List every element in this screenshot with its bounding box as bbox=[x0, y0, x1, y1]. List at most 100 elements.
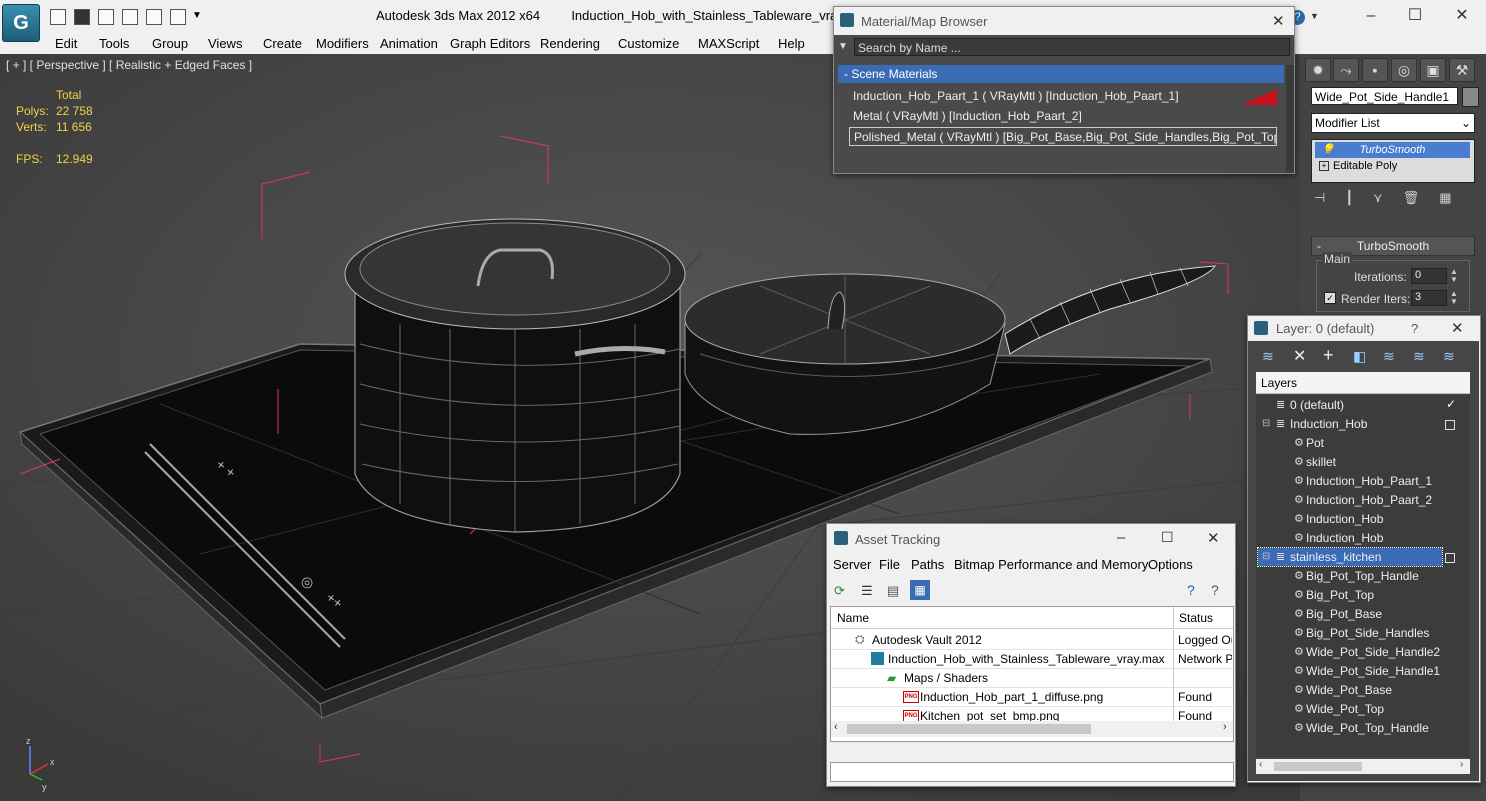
delete-layer-icon[interactable]: ✕ bbox=[1293, 346, 1306, 366]
app-logo-button[interactable]: G bbox=[2, 4, 40, 42]
menu-graph-editors[interactable]: Graph Editors bbox=[450, 36, 530, 51]
layer-object-row[interactable]: ⚙ Wide_Pot_Top bbox=[1258, 700, 1468, 718]
motion-tab-icon[interactable]: ◎ bbox=[1391, 58, 1417, 82]
object-name-field[interactable]: Wide_Pot_Side_Handle1 bbox=[1311, 87, 1458, 105]
layer-object-row[interactable]: ⚙ skillet bbox=[1258, 453, 1468, 471]
project-icon[interactable] bbox=[122, 9, 138, 25]
expand-icon[interactable]: + bbox=[1319, 161, 1329, 171]
layer-hscrollbar[interactable]: ‹ › bbox=[1256, 759, 1470, 774]
select-layer-icon[interactable]: ◧ bbox=[1353, 348, 1366, 365]
layer-object-row[interactable]: ⚙ Induction_Hob bbox=[1258, 529, 1468, 547]
layer-object-row[interactable]: ⚙ Induction_Hob bbox=[1258, 510, 1468, 528]
table-view-icon[interactable]: ▦ bbox=[910, 580, 930, 600]
stack-item-turbosmooth[interactable]: 💡 TurboSmooth bbox=[1315, 142, 1470, 158]
layer-object-row[interactable]: ⚙ Induction_Hob_Paart_1 bbox=[1258, 472, 1468, 490]
asset-path-field[interactable] bbox=[830, 762, 1234, 782]
render-iters-checkbox[interactable]: ✓ bbox=[1324, 292, 1336, 304]
menu-paths[interactable]: Paths bbox=[911, 557, 944, 572]
open-icon[interactable] bbox=[50, 9, 66, 25]
viewport-label[interactable]: [ + ] [ Perspective ] [ Realistic + Edge… bbox=[6, 58, 252, 72]
maximize-button[interactable]: ☐ bbox=[1161, 529, 1174, 546]
menu-views[interactable]: Views bbox=[208, 36, 242, 51]
object-color-swatch[interactable] bbox=[1462, 87, 1479, 107]
scroll-thumb[interactable] bbox=[847, 724, 1091, 734]
scroll-left-icon[interactable]: ‹ bbox=[834, 721, 838, 733]
menu-help[interactable]: Help bbox=[778, 36, 805, 51]
options-dropdown-icon[interactable]: ▼ bbox=[838, 41, 848, 52]
iterations-spinner-arrows[interactable]: ▲ ▼ bbox=[1450, 268, 1458, 284]
pin-stack-icon[interactable]: ⊣ bbox=[1314, 190, 1345, 205]
scroll-right-icon[interactable]: › bbox=[1223, 721, 1227, 733]
maximize-button[interactable]: ☐ bbox=[1400, 6, 1430, 26]
material-item[interactable]: Metal ( VRayMtl ) [Induction_Hob_Paart_2… bbox=[849, 107, 1279, 126]
menu-edit[interactable]: Edit bbox=[55, 36, 77, 51]
minimize-button[interactable]: – bbox=[1356, 6, 1386, 26]
render-iters-spinner-arrows[interactable]: ▲ ▼ bbox=[1450, 290, 1458, 306]
make-unique-icon[interactable]: ⋎ bbox=[1373, 190, 1403, 205]
menu-maxscript[interactable]: MAXScript bbox=[698, 36, 759, 51]
remove-modifier-icon[interactable]: 🗑 bbox=[1403, 190, 1440, 205]
menu-rendering[interactable]: Rendering bbox=[540, 36, 600, 51]
layer-object-row[interactable]: ⚙ Wide_Pot_Base bbox=[1258, 681, 1468, 699]
column-status-header[interactable]: Status bbox=[1174, 607, 1233, 629]
layer-object-row[interactable]: ⚙ Big_Pot_Top bbox=[1258, 586, 1468, 604]
menu-file[interactable]: File bbox=[879, 557, 900, 572]
close-icon[interactable]: ✕ bbox=[1451, 319, 1464, 337]
modifier-list-dropdown[interactable]: Modifier List ⌄ bbox=[1311, 113, 1475, 133]
modify-tab-icon[interactable]: ⤳ bbox=[1333, 58, 1359, 82]
render-iters-spinner[interactable]: 3 bbox=[1411, 290, 1447, 306]
layer-row[interactable]: ⊟ ≣ stainless_kitchen bbox=[1257, 547, 1443, 567]
current-layer-checkmark[interactable]: ✓ bbox=[1445, 398, 1457, 410]
layer-object-row[interactable]: ⚙ Wide_Pot_Top_Handle bbox=[1258, 719, 1468, 737]
create-layer-icon[interactable]: ≋ bbox=[1262, 348, 1274, 365]
menu-modifiers[interactable]: Modifiers bbox=[316, 36, 369, 51]
asset-row[interactable]: ▰ Maps / Shaders bbox=[831, 668, 1233, 688]
menu-group[interactable]: Group bbox=[152, 36, 188, 51]
highlight-layer-icon[interactable]: ≋ bbox=[1383, 348, 1395, 365]
column-name-header[interactable]: Name bbox=[831, 607, 1174, 629]
layer-object-row[interactable]: ⚙ Big_Pot_Side_Handles bbox=[1258, 624, 1468, 642]
thumbnail-view-icon[interactable]: ▤ bbox=[887, 583, 899, 599]
layer-row[interactable]: ≣ 0 (default) bbox=[1258, 396, 1468, 414]
asset-row[interactable]: PNG Induction_Hob_part_1_diffuse.png Found bbox=[831, 687, 1233, 707]
new-icon[interactable] bbox=[98, 9, 114, 25]
material-item[interactable]: Induction_Hob_Paart_1 ( VRayMtl ) [Induc… bbox=[849, 87, 1279, 106]
material-search-input[interactable]: Search by Name ... bbox=[854, 38, 1290, 56]
close-icon[interactable]: ✕ bbox=[1207, 529, 1220, 547]
about-icon[interactable]: ? bbox=[1211, 582, 1219, 598]
menu-tools[interactable]: Tools bbox=[99, 36, 129, 51]
utilities-tab-icon[interactable]: ⚒ bbox=[1449, 58, 1475, 82]
menu-customize[interactable]: Customize bbox=[618, 36, 679, 51]
iterations-spinner[interactable]: 0 bbox=[1411, 268, 1447, 284]
undo-icon[interactable] bbox=[146, 9, 162, 25]
minimize-button[interactable]: – bbox=[1117, 529, 1125, 546]
hierarchy-tab-icon[interactable]: ▪ bbox=[1362, 58, 1388, 82]
close-button[interactable]: ✕ bbox=[1447, 6, 1477, 26]
menu-server[interactable]: Server bbox=[833, 557, 871, 572]
add-to-layer-icon[interactable]: + bbox=[1323, 345, 1334, 366]
menu-options[interactable]: Options bbox=[1148, 557, 1193, 572]
layer-object-row[interactable]: ⚙ Wide_Pot_Side_Handle1 bbox=[1258, 662, 1468, 680]
list-view-icon[interactable]: ☰ bbox=[861, 583, 873, 599]
menu-create[interactable]: Create bbox=[263, 36, 302, 51]
save-icon[interactable] bbox=[74, 9, 90, 25]
scroll-left-icon[interactable]: ‹ bbox=[1259, 759, 1262, 770]
layer-object-row[interactable]: ⚙ Induction_Hob_Paart_2 bbox=[1258, 491, 1468, 509]
layer-object-row[interactable]: ⚙ Big_Pot_Base bbox=[1258, 605, 1468, 623]
display-tab-icon[interactable]: ▣ bbox=[1420, 58, 1446, 82]
help-button[interactable]: ? bbox=[1411, 321, 1418, 336]
help-dropdown-icon[interactable]: ▼ bbox=[1310, 11, 1319, 21]
asset-hscrollbar[interactable]: ‹ › bbox=[831, 721, 1233, 737]
scroll-thumb[interactable] bbox=[1274, 762, 1362, 771]
scene-materials-header[interactable]: - Scene Materials bbox=[838, 65, 1284, 83]
layer-object-row[interactable]: ⚙ Pot bbox=[1258, 434, 1468, 452]
layer-row[interactable]: ⊟ ≣ Induction_Hob bbox=[1258, 415, 1468, 433]
asset-row[interactable]: Induction_Hob_with_Stainless_Tableware_v… bbox=[831, 649, 1233, 669]
stack-item-editable-poly[interactable]: + Editable Poly bbox=[1315, 158, 1470, 174]
close-icon[interactable]: ✕ bbox=[1272, 12, 1285, 30]
quick-access-dropdown-icon[interactable]: ▼ bbox=[192, 10, 202, 21]
material-item[interactable]: Polished_Metal ( VRayMtl ) [Big_Pot_Base… bbox=[849, 127, 1277, 146]
redo-icon[interactable] bbox=[170, 9, 186, 25]
hide-all-icon[interactable]: ≋ bbox=[1413, 348, 1425, 365]
help-icon[interactable]: ? bbox=[1187, 582, 1195, 598]
